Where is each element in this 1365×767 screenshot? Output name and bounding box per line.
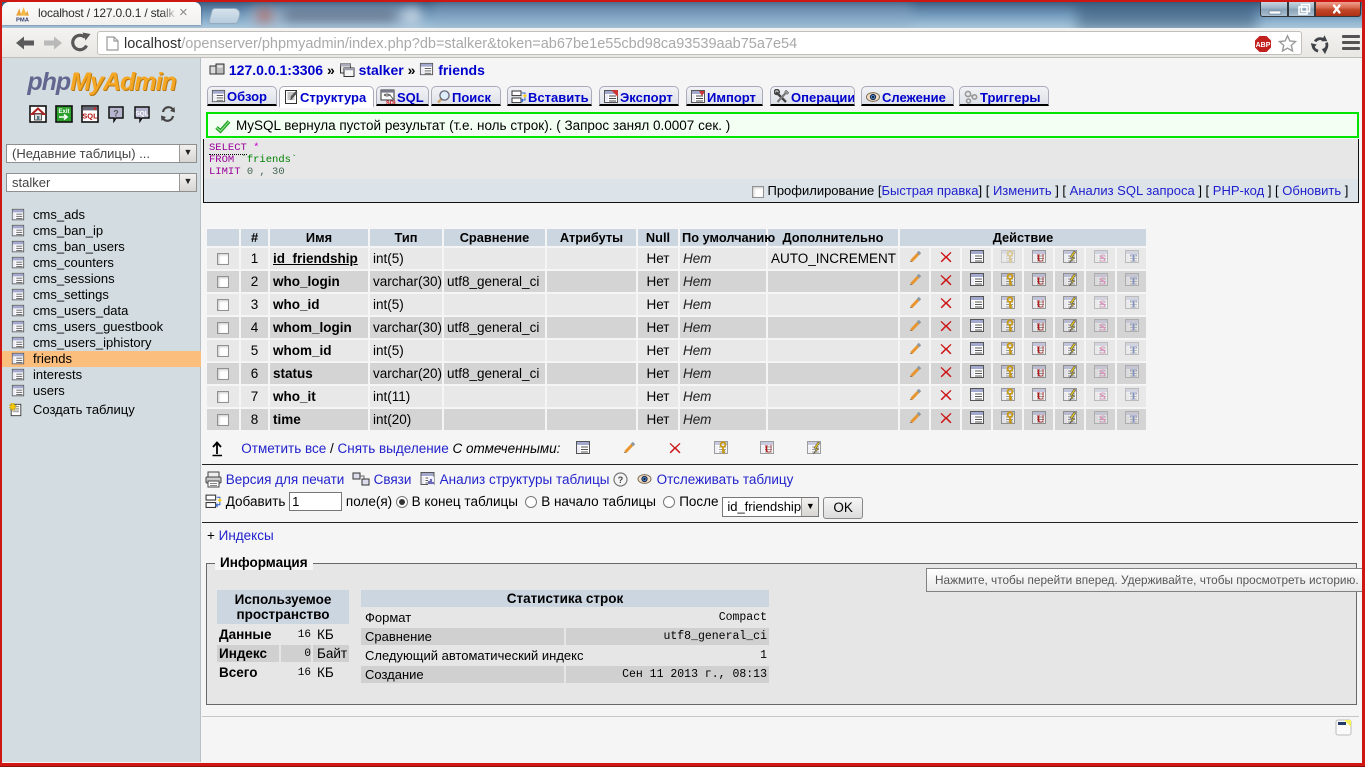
svg-text:SQL: SQL — [135, 111, 148, 118]
svg-text:SQL: SQL — [386, 101, 396, 106]
svg-text:?: ? — [113, 109, 119, 119]
svg-text:PMA: PMA — [16, 17, 30, 22]
svg-text:ABP: ABP — [1256, 42, 1271, 49]
svg-text:Exit: Exit — [58, 109, 69, 115]
svg-text:SQL: SQL — [82, 112, 98, 121]
svg-text:?: ? — [618, 475, 624, 485]
